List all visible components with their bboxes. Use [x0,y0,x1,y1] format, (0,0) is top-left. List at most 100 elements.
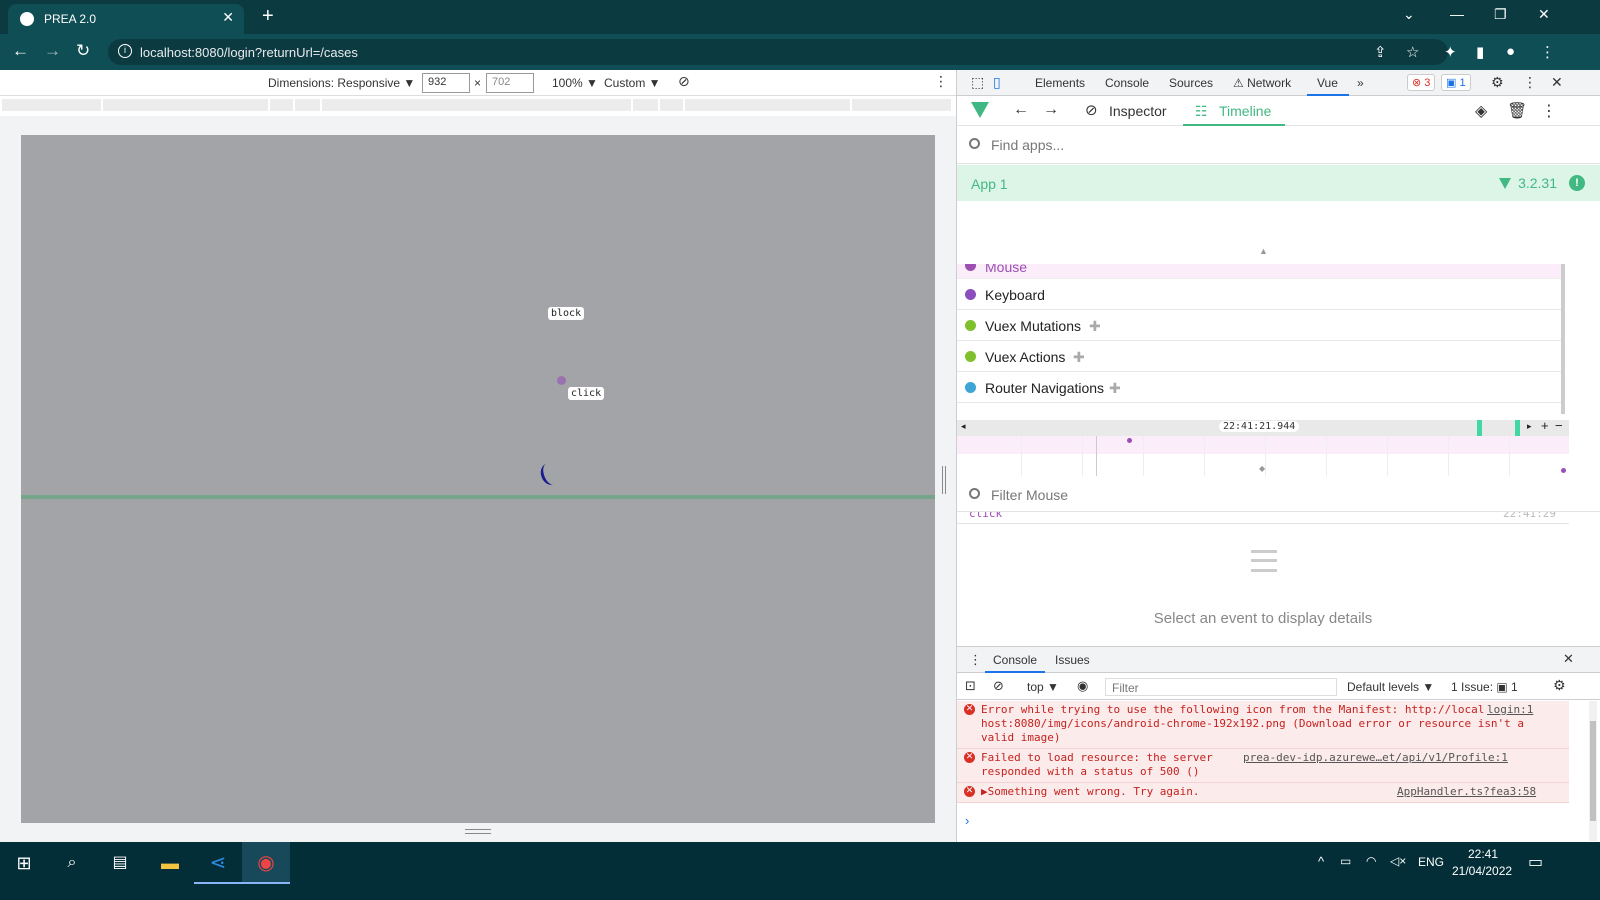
message-source-link[interactable]: AppHandler.ts?fea3:58 [1397,785,1536,799]
close-drawer-icon[interactable]: ✕ [1563,651,1574,667]
language-indicator[interactable]: ENG [1418,855,1444,869]
filter-mouse-search[interactable]: Filter Mouse [957,476,1600,512]
console-filter-input[interactable]: Filter [1105,678,1337,696]
omnibox[interactable]: i localhost:8080/login?returnUrl=/cases [108,39,1448,65]
collapse-apps-icon[interactable]: ▲ [1259,246,1268,256]
close-devtools-icon[interactable]: ✕ [1551,74,1563,91]
chrome-icon[interactable]: ◉ [242,842,290,884]
layer-vuex-mutations[interactable]: Vuex Mutations ✚ [957,310,1561,341]
clear-timeline-icon[interactable]: 🗑 [1507,101,1527,121]
message-source-link[interactable]: prea-dev-idp.azurewe…et/api/v1/Profile:1 [1243,751,1508,765]
emulated-viewport[interactable]: block click [21,135,935,823]
errors-badge[interactable]: ⊗ 3 [1407,74,1436,91]
console-error-message[interactable]: ✕ Failed to load resource: the server re… [957,749,1569,783]
throttle-dropdown[interactable]: Custom ▼ [604,76,661,90]
drawer-tab-console[interactable]: Console [993,653,1037,667]
message-source-link[interactable]: login:1 [1487,703,1533,717]
vue-back-icon[interactable]: ← [1013,101,1029,119]
range-handle-left[interactable] [1477,420,1482,436]
battery-icon[interactable]: ▭ [1340,854,1351,868]
layer-keyboard[interactable]: Keyboard [957,279,1561,310]
vscode-icon[interactable]: ⋖ [194,842,242,884]
inspect-element-icon[interactable]: ⬚ [971,74,984,91]
viewport-resize-handle-bottom[interactable] [465,829,491,834]
find-apps-search[interactable]: Find apps... [957,126,1600,164]
devtools-menu-icon[interactable]: ⋮ [1523,74,1537,91]
timeline-scrollbar[interactable]: ◂ 22:41:21.944 ▸ [957,420,1569,436]
browser-menu-icon[interactable]: ⋮ [1540,43,1555,61]
bookmark-star-icon[interactable]: ☆ [1406,43,1419,61]
messages-badge[interactable]: ▣ 1 [1441,74,1471,91]
notifications-icon[interactable]: ▭ [1528,852,1543,872]
layers-scrollbar[interactable] [1561,264,1565,414]
app-list-item[interactable]: App 1 3.2.31 ! [957,165,1600,201]
show-hidden-icons[interactable]: ^ [1318,854,1324,869]
forward-icon[interactable]: → [44,41,61,61]
timeline-track[interactable]: ◆ [957,436,1569,476]
width-input[interactable]: 932 [422,73,470,93]
layer-mouse[interactable]: Mouse [957,264,1561,279]
site-info-icon[interactable]: i [118,44,132,58]
timeline-event-marker[interactable] [1561,468,1566,473]
taskbar-search-icon[interactable]: ⌕ [48,842,96,884]
tab-vue[interactable]: Vue [1317,76,1338,90]
wifi-icon[interactable]: ◠ [1366,854,1376,868]
profile-avatar-icon[interactable]: ● [1506,43,1515,60]
new-tab-icon[interactable]: + [262,5,274,28]
clock-time[interactable]: 22:41 [1468,847,1498,861]
more-tabs-icon[interactable]: » [1357,76,1364,90]
close-tab-icon[interactable]: ✕ [222,9,234,26]
reload-icon[interactable]: ↻ [76,41,90,61]
console-scrollbar[interactable] [1589,701,1597,841]
console-error-message[interactable]: ✕ ▶Something went wrong. Try again. AppH… [957,783,1569,803]
task-view-icon[interactable]: ▤ [96,842,144,884]
restore-icon[interactable]: ❐ [1494,6,1507,23]
zoom-out-icon[interactable]: − [1555,418,1563,433]
tab-network[interactable]: ⚠ Network [1233,76,1291,90]
layer-router-navigations[interactable]: Router Navigations ✚ [957,372,1561,403]
dimensions-dropdown[interactable]: Dimensions: Responsive ▼ [268,76,415,90]
drawer-tab-issues[interactable]: Issues [1055,653,1090,667]
issues-counter[interactable]: 1 Issue: ▣ 1 [1451,680,1518,694]
layers-icon[interactable]: ◈ [1475,101,1487,121]
sidebar-toggle-icon[interactable]: ⊡ [965,678,976,694]
scroll-left-icon[interactable]: ◂ [961,421,966,432]
back-icon[interactable]: ← [12,41,29,61]
log-levels-dropdown[interactable]: Default levels ▼ [1347,680,1434,694]
tab-elements[interactable]: Elements [1035,76,1085,90]
rotate-icon[interactable]: ⊘ [678,73,690,90]
context-dropdown[interactable]: top ▼ [1027,680,1059,694]
console-prompt[interactable]: › [965,813,969,828]
vue-forward-icon[interactable]: → [1043,101,1059,119]
event-list[interactable]: click 22:41:29 [957,512,1569,524]
side-panel-icon[interactable]: ▮ [1476,43,1484,61]
update-alert-icon[interactable]: ! [1569,175,1585,191]
volume-icon[interactable]: ◁× [1390,854,1406,868]
windows-start-icon[interactable]: ⊞ [0,842,48,884]
timeline-event-marker[interactable] [1127,438,1132,443]
zoom-dropdown[interactable]: 100% ▼ [552,76,598,90]
minimize-icon[interactable]: — [1450,6,1464,22]
clock-date[interactable]: 21/04/2022 [1452,864,1512,878]
tab-timeline[interactable]: Timeline [1219,103,1271,119]
tab-sources[interactable]: Sources [1169,76,1213,90]
tab-search-icon[interactable]: ⌄ [1403,6,1415,23]
console-settings-icon[interactable]: ⚙ [1553,677,1566,694]
tab-console[interactable]: Console [1105,76,1149,90]
browser-tab[interactable]: PREA 2.0 ✕ [8,4,244,34]
device-more-icon[interactable]: ⋮ [934,73,948,90]
share-icon[interactable]: ⇪ [1374,43,1387,61]
layer-vuex-actions[interactable]: Vuex Actions ✚ [957,341,1561,372]
settings-gear-icon[interactable]: ⚙ [1491,74,1504,91]
close-window-icon[interactable]: ✕ [1538,6,1550,23]
extensions-icon[interactable]: ✦ [1444,43,1457,61]
device-toggle-icon[interactable]: ▯ [993,74,1001,91]
scroll-right-icon[interactable]: ▸ [1527,421,1532,432]
zoom-in-icon[interactable]: + [1541,418,1549,433]
viewport-resize-handle-right[interactable] [942,466,946,494]
clear-console-icon[interactable]: ⊘ [993,678,1004,694]
vue-more-icon[interactable]: ⋮ [1541,101,1557,121]
resize-splitter-icon[interactable]: ◆ [1259,464,1265,473]
drawer-menu-icon[interactable]: ⋮ [969,652,982,668]
file-explorer-icon[interactable]: ▬ [146,842,194,884]
